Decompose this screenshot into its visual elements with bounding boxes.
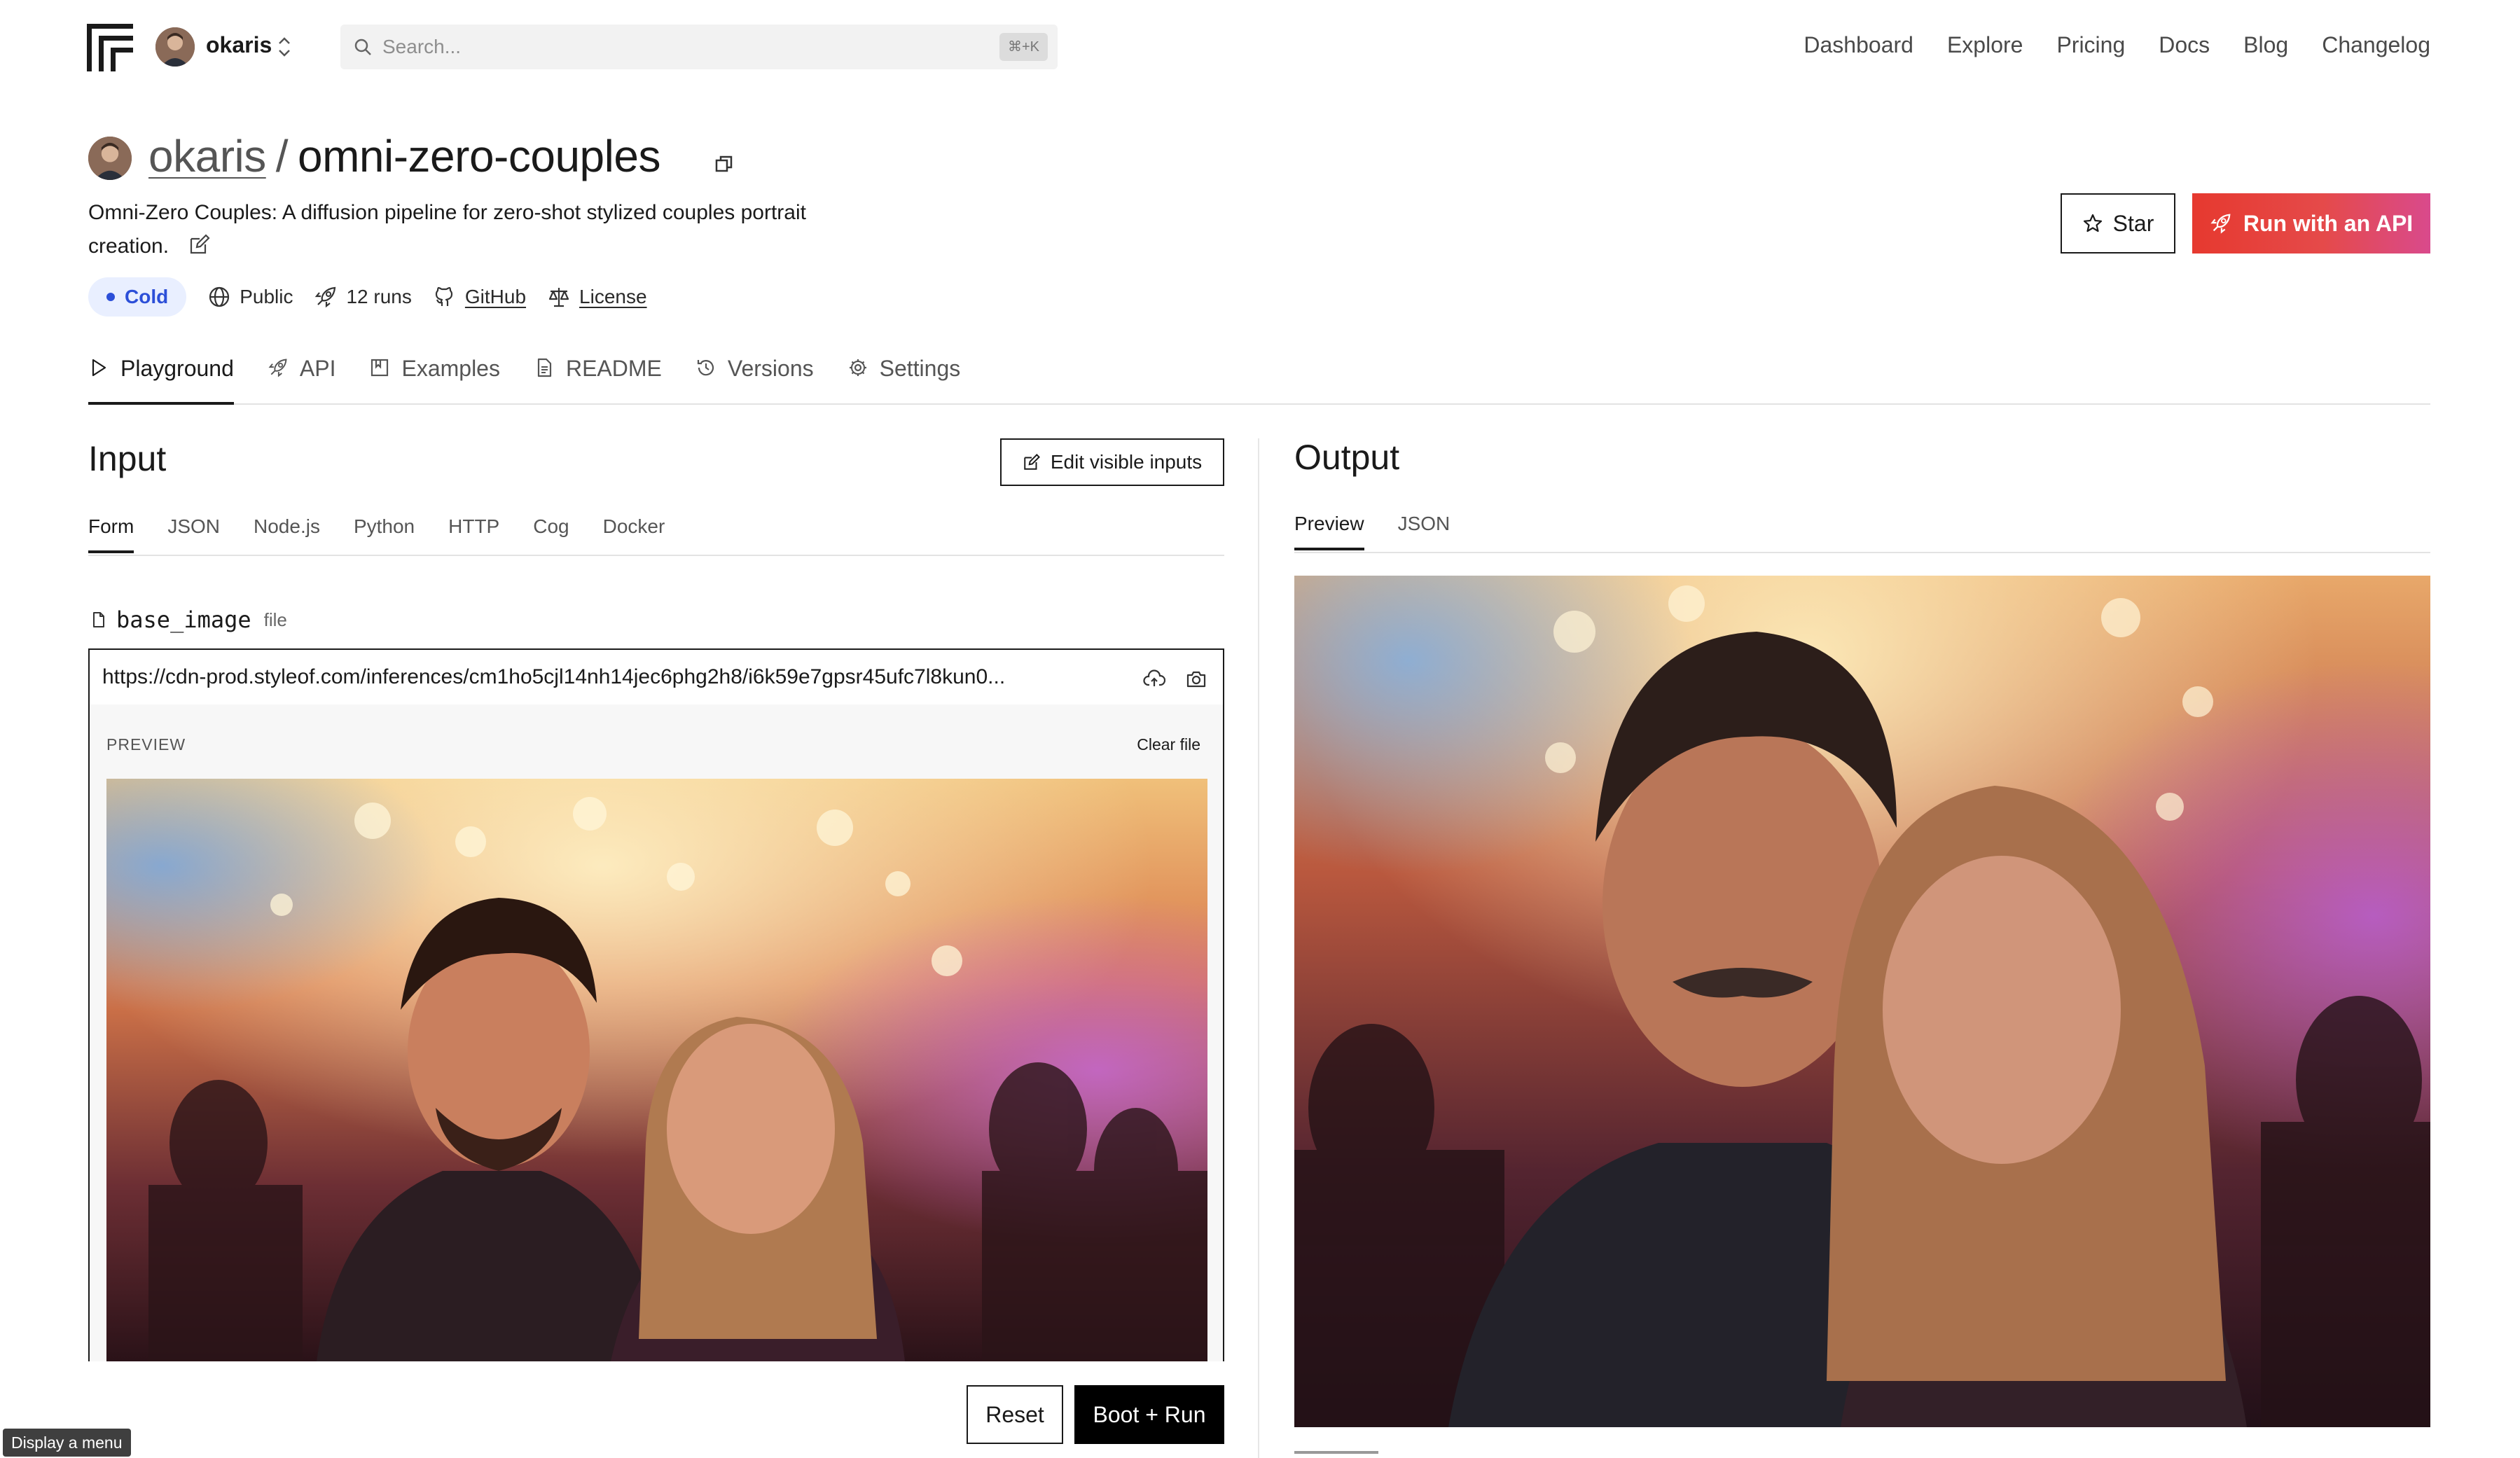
preview-label: PREVIEW xyxy=(106,735,186,754)
nav-username[interactable]: okaris xyxy=(206,32,272,58)
tab-label: Playground xyxy=(120,356,234,381)
boot-run-button[interactable]: Boot + Run xyxy=(1074,1385,1224,1444)
license-label[interactable]: License xyxy=(579,286,647,308)
camera-icon[interactable] xyxy=(1185,668,1207,690)
rocket-icon xyxy=(268,359,287,377)
tab-label: README xyxy=(565,356,662,381)
star-button[interactable]: Star xyxy=(2061,193,2175,254)
output-image[interactable] xyxy=(1294,576,2430,1427)
document-icon xyxy=(537,358,552,377)
edit-icon xyxy=(1024,454,1040,470)
input-heading: Input xyxy=(88,439,167,478)
edit-icon[interactable] xyxy=(188,233,211,256)
search-bar[interactable]: Search... ⌘+K xyxy=(340,25,1058,69)
model-tabs: Playground API Examples README Versions … xyxy=(88,349,2430,405)
tab-playground[interactable]: Playground xyxy=(88,349,234,405)
reset-button[interactable]: Reset xyxy=(967,1385,1063,1444)
tab-preview[interactable]: Preview xyxy=(1294,506,1364,550)
column-divider xyxy=(1258,438,1259,1458)
search-icon xyxy=(354,39,371,55)
title-separator: / xyxy=(275,131,289,181)
runs-item: 12 runs xyxy=(314,285,412,309)
github-label[interactable]: GitHub xyxy=(465,286,526,308)
globe-icon xyxy=(209,286,230,307)
tab-http[interactable]: HTTP xyxy=(448,508,499,553)
nav-link-explore[interactable]: Explore xyxy=(1947,32,2023,58)
output-tabs: Preview JSON xyxy=(1294,506,2430,553)
play-icon xyxy=(92,359,106,377)
file-icon xyxy=(93,612,104,627)
model-description: Omni-Zero Couples: A diffusion pipeline … xyxy=(88,196,873,263)
input-format-tabs: Form JSON Node.js Python HTTP Cog Docker xyxy=(88,508,1224,556)
base-image-label: base_image file xyxy=(90,606,287,633)
tab-python[interactable]: Python xyxy=(354,508,415,553)
user-avatar[interactable] xyxy=(155,27,195,67)
tab-cog[interactable]: Cog xyxy=(533,508,569,553)
search-placeholder: Search... xyxy=(382,36,462,57)
edit-visible-label: Edit visible inputs xyxy=(1050,451,1203,473)
account-switch-icon[interactable] xyxy=(276,35,293,59)
page-title: okaris / omni-zero-couples xyxy=(148,130,660,182)
nav-link-blog[interactable]: Blog xyxy=(2243,32,2288,58)
nav-link-changelog[interactable]: Changelog xyxy=(2322,32,2430,58)
url-value[interactable]: https://cdn-prod.styleof.com/inferences/… xyxy=(102,665,1125,689)
history-icon xyxy=(697,360,714,376)
edit-visible-inputs-button[interactable]: Edit visible inputs xyxy=(1000,438,1224,486)
input-image xyxy=(106,779,1207,1361)
api-label: Run with an API xyxy=(2243,210,2414,236)
run-with-api-button[interactable]: Run with an API xyxy=(2192,193,2430,254)
model-name: omni-zero-couples xyxy=(298,131,660,181)
github-link[interactable]: GitHub xyxy=(433,285,526,309)
tab-json[interactable]: JSON xyxy=(167,508,220,553)
field-type: file xyxy=(263,609,287,630)
file-preview: PREVIEW Clear file xyxy=(88,704,1224,1361)
tab-nodejs[interactable]: Node.js xyxy=(254,508,320,553)
bookmark-icon xyxy=(371,359,389,377)
license-link[interactable]: License xyxy=(547,285,647,309)
owner-avatar[interactable] xyxy=(88,137,132,180)
model-meta: Cold Public 12 runs GitHub License xyxy=(88,277,647,317)
nav-links: Dashboard Explore Pricing Docs Blog Chan… xyxy=(1804,32,2430,58)
tab-form[interactable]: Form xyxy=(88,508,134,553)
status-label: Cold xyxy=(125,286,169,307)
field-name: base_image xyxy=(116,606,251,633)
tab-label: Examples xyxy=(401,356,500,381)
star-label: Star xyxy=(2112,210,2154,236)
visibility-label: Public xyxy=(240,286,293,307)
tab-docker[interactable]: Docker xyxy=(603,508,665,553)
replicate-logo-icon[interactable] xyxy=(87,24,133,71)
tab-label: Versions xyxy=(727,356,814,381)
star-icon xyxy=(2083,214,2102,232)
tab-label: API xyxy=(299,356,336,381)
github-icon xyxy=(435,286,452,306)
search-shortcut: ⌘+K xyxy=(999,33,1048,61)
top-nav: okaris Search... ⌘+K Dashboard Explore P… xyxy=(0,0,2520,95)
status-badge: Cold xyxy=(88,277,187,317)
runs-count: 12 runs xyxy=(346,286,412,307)
rocket-icon xyxy=(2210,214,2231,234)
cloud-upload-icon[interactable] xyxy=(1143,668,1165,690)
display-menu-tooltip: Display a menu xyxy=(3,1429,131,1457)
tab-examples[interactable]: Examples xyxy=(369,349,500,405)
tab-output-json[interactable]: JSON xyxy=(1398,506,1451,550)
tab-readme[interactable]: README xyxy=(534,349,662,405)
output-heading: Output xyxy=(1294,438,1400,477)
rocket-icon xyxy=(315,286,336,308)
nav-link-docs[interactable]: Docs xyxy=(2159,32,2210,58)
visibility-item: Public xyxy=(207,285,293,309)
owner-link[interactable]: okaris xyxy=(148,130,266,182)
clear-file-button[interactable]: Clear file xyxy=(1137,735,1200,754)
scale-icon xyxy=(548,288,569,307)
tab-settings[interactable]: Settings xyxy=(847,349,961,405)
gear-icon xyxy=(849,359,866,376)
copy-icon[interactable] xyxy=(714,154,734,174)
nav-link-pricing[interactable]: Pricing xyxy=(2056,32,2125,58)
tab-versions[interactable]: Versions xyxy=(695,349,814,405)
tab-label: Settings xyxy=(879,356,961,381)
status-dot xyxy=(106,293,115,301)
output-caption-placeholder xyxy=(1294,1451,1378,1454)
tab-api[interactable]: API xyxy=(268,349,336,405)
base-image-url-input[interactable]: https://cdn-prod.styleof.com/inferences/… xyxy=(88,648,1224,706)
nav-link-dashboard[interactable]: Dashboard xyxy=(1804,32,1913,58)
